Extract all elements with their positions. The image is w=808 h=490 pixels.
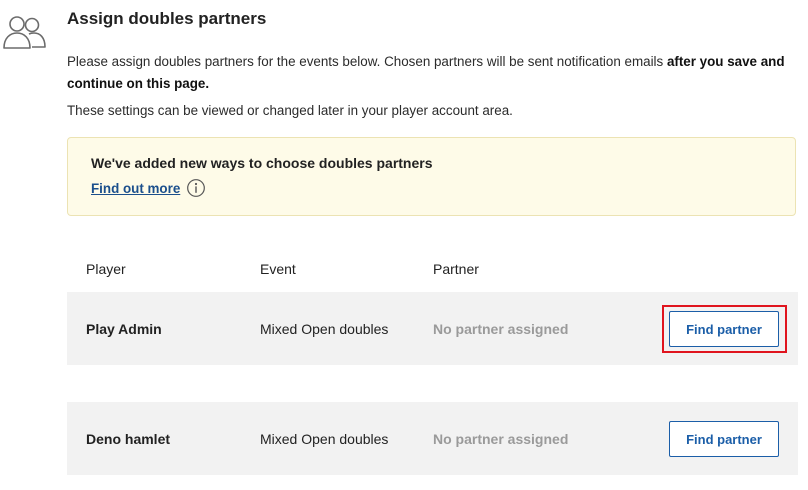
find-partner-button[interactable]: Find partner bbox=[669, 311, 779, 347]
event-name: Mixed Open doubles bbox=[260, 431, 389, 447]
partner-status: No partner assigned bbox=[433, 321, 569, 337]
column-header-player: Player bbox=[86, 261, 126, 277]
intro-text: Please assign doubles partners for the e… bbox=[67, 51, 797, 95]
player-name: Deno hamlet bbox=[86, 431, 171, 447]
column-header-partner: Partner bbox=[433, 261, 479, 277]
page-title: Assign doubles partners bbox=[67, 9, 267, 28]
info-icon[interactable] bbox=[186, 178, 206, 198]
column-header-event: Event bbox=[260, 261, 296, 277]
player-name: Play Admin bbox=[86, 321, 162, 337]
table-row: Deno hamlet Mixed Open doubles No partne… bbox=[67, 402, 798, 475]
banner-title: We've added new ways to choose doubles p… bbox=[91, 155, 433, 171]
find-out-more-link[interactable]: Find out more bbox=[91, 181, 180, 196]
table-row: Play Admin Mixed Open doubles No partner… bbox=[67, 292, 798, 365]
partner-status: No partner assigned bbox=[433, 431, 569, 447]
intro-text-main: Please assign doubles partners for the e… bbox=[67, 54, 667, 69]
event-name: Mixed Open doubles bbox=[260, 321, 389, 337]
info-banner: We've added new ways to choose doubles p… bbox=[67, 137, 796, 216]
people-icon bbox=[3, 16, 46, 49]
settings-note: These settings can be viewed or changed … bbox=[67, 103, 513, 118]
find-partner-button[interactable]: Find partner bbox=[669, 421, 779, 457]
